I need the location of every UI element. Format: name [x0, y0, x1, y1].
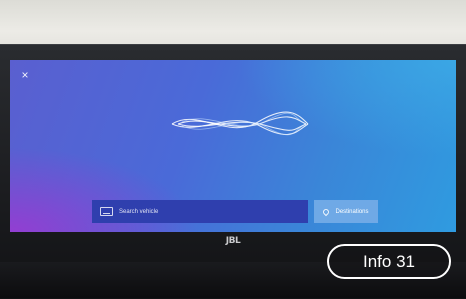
info-badge: Info 31: [327, 244, 451, 279]
keyboard-icon: [100, 207, 113, 216]
infotainment-screen: × Search vehicle Destinations: [10, 60, 456, 232]
location-pin-icon: [322, 207, 331, 216]
voice-assistant-wave-icon: [171, 111, 309, 136]
search-vehicle-input[interactable]: Search vehicle: [92, 200, 308, 223]
close-icon[interactable]: ×: [18, 68, 32, 82]
destinations-button[interactable]: Destinations: [314, 200, 378, 223]
brand-logo: JBL: [225, 236, 241, 246]
search-placeholder: Search vehicle: [119, 208, 159, 215]
destinations-label: Destinations: [335, 208, 369, 215]
